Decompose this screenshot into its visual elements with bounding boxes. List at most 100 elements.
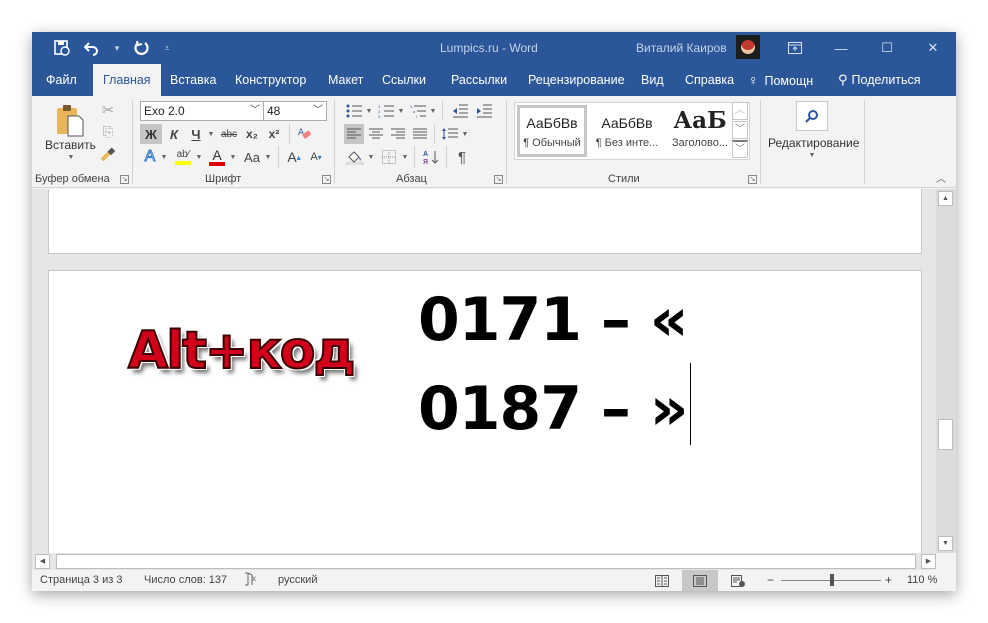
borders-dropdown-icon[interactable]: ▼ — [400, 146, 410, 168]
customize-qat-icon[interactable]: ⩡ — [162, 38, 172, 58]
autosave-icon[interactable] — [52, 38, 72, 58]
tab-review[interactable]: Рецензирование — [518, 64, 635, 96]
share-button[interactable]: ⚲ Поделиться — [838, 64, 921, 96]
vertical-scrollbar[interactable]: ▲ ▼ — [936, 189, 956, 553]
italic-button[interactable]: К — [164, 124, 184, 144]
proofing-icon[interactable]: x — [244, 572, 260, 589]
tab-references[interactable]: Ссылки — [372, 64, 436, 96]
editing-dropdown-icon[interactable]: ▼ — [807, 152, 817, 159]
close-button[interactable]: ✕ — [910, 32, 956, 64]
redo-icon[interactable] — [132, 38, 152, 58]
style-normal[interactable]: АаБбВв ¶ Обычный — [517, 105, 587, 157]
undo-icon[interactable] — [82, 38, 102, 58]
undo-dropdown-icon[interactable]: ▾ — [112, 38, 122, 58]
font-name-select[interactable]: Exo 2.0 ﹀ — [140, 101, 264, 121]
highlight-dropdown-icon[interactable]: ▼ — [194, 146, 204, 168]
word-count[interactable]: Число слов: 137 — [144, 574, 227, 586]
maximize-button[interactable]: ☐ — [864, 32, 910, 64]
highlight-color-button[interactable]: ab⁄ — [172, 146, 194, 168]
read-mode-button[interactable] — [644, 570, 680, 591]
paste-button[interactable] — [52, 102, 88, 138]
copy-icon[interactable]: ⎘ — [98, 122, 118, 142]
avatar[interactable] — [736, 35, 760, 59]
font-size-select[interactable]: 48 ﹀ — [263, 101, 327, 121]
language-indicator[interactable]: русский — [278, 574, 317, 586]
justify-button[interactable] — [410, 124, 430, 144]
scroll-down-icon[interactable]: ▼ — [938, 536, 953, 551]
line-spacing-dropdown-icon[interactable]: ▼ — [460, 124, 470, 144]
underline-button[interactable]: Ч — [186, 124, 206, 144]
web-layout-button[interactable] — [720, 570, 756, 591]
bullets-icon[interactable] — [344, 101, 364, 121]
zoom-in-button[interactable]: + — [885, 573, 892, 587]
tab-layout[interactable]: Макет — [318, 64, 373, 96]
decrease-indent-icon[interactable] — [450, 101, 470, 121]
shrink-font-button[interactable]: A ▾ — [306, 146, 326, 168]
minimize-button[interactable]: — — [818, 32, 864, 64]
font-color-dropdown-icon[interactable]: ▼ — [228, 146, 238, 168]
text-effects-icon[interactable]: A — [140, 146, 160, 168]
show-formatting-marks-button[interactable]: ¶ — [452, 146, 472, 168]
bold-button[interactable]: Ж — [140, 124, 162, 144]
page-indicator[interactable]: Страница 3 из 3 — [40, 574, 122, 586]
change-case-dropdown-icon[interactable]: ▼ — [263, 146, 273, 168]
line-spacing-icon[interactable] — [440, 124, 460, 144]
zoom-level[interactable]: 110 % — [907, 574, 937, 586]
document-area[interactable]: Alt+код 0171 – « 0187 – » — [32, 189, 936, 553]
font-launcher-icon[interactable]: ↘ — [322, 175, 331, 184]
page-previous[interactable] — [48, 189, 922, 254]
user-name[interactable]: Виталий Каиров — [636, 41, 727, 55]
align-right-button[interactable] — [388, 124, 408, 144]
tab-insert[interactable]: Вставка — [160, 64, 226, 96]
zoom-out-button[interactable]: − — [767, 573, 774, 587]
bullets-dropdown-icon[interactable]: ▼ — [364, 101, 374, 121]
find-button[interactable] — [796, 101, 828, 131]
subscript-button[interactable]: x₂ — [242, 124, 262, 144]
cut-icon[interactable]: ✂ — [98, 100, 118, 120]
strikethrough-button[interactable]: abc — [218, 124, 240, 144]
text-effects-dropdown-icon[interactable]: ▼ — [159, 146, 169, 168]
styles-launcher-icon[interactable]: ↘ — [748, 175, 757, 184]
tab-home[interactable]: Главная — [93, 64, 161, 96]
tab-file[interactable]: Файл — [36, 64, 87, 96]
tab-mailings[interactable]: Рассылки — [441, 64, 517, 96]
borders-icon[interactable] — [378, 146, 400, 168]
scroll-left-icon[interactable]: ◀ — [35, 554, 50, 569]
shading-icon[interactable] — [344, 146, 366, 168]
tab-design[interactable]: Конструктор — [225, 64, 316, 96]
sort-icon[interactable]: AЯ — [420, 146, 442, 168]
vertical-scroll-thumb[interactable] — [938, 419, 953, 450]
styles-more-icon[interactable]: ﹀ — [732, 140, 748, 158]
alt-code-logo-image[interactable]: Alt+код — [127, 320, 357, 382]
editing-button[interactable]: Редактирование — [768, 136, 859, 150]
scroll-up-icon[interactable]: ▲ — [938, 191, 953, 206]
collapse-ribbon-icon[interactable]: ︿ — [934, 170, 948, 185]
multilevel-list-icon[interactable]: 1ai — [408, 101, 428, 121]
font-color-button[interactable]: A — [206, 146, 228, 168]
superscript-button[interactable]: x² — [264, 124, 284, 144]
tell-me-button[interactable]: ♀ Помощн — [748, 64, 813, 96]
align-center-button[interactable] — [366, 124, 386, 144]
horizontal-scroll-thumb[interactable] — [56, 554, 916, 569]
increase-indent-icon[interactable] — [474, 101, 494, 121]
numbering-dropdown-icon[interactable]: ▼ — [396, 101, 406, 121]
paste-label[interactable]: Вставить — [45, 138, 96, 152]
clipboard-launcher-icon[interactable]: ↘ — [120, 175, 129, 184]
clear-formatting-icon[interactable]: A — [294, 124, 316, 144]
paragraph-launcher-icon[interactable]: ↘ — [494, 175, 503, 184]
document-text[interactable]: 0171 – « 0187 – » — [418, 277, 691, 452]
scroll-right-icon[interactable]: ▶ — [921, 554, 936, 569]
change-case-button[interactable]: Aa — [240, 146, 264, 168]
styles-scroll-up-icon[interactable]: ︿ — [732, 102, 748, 120]
styles-scroll-down-icon[interactable]: ﹀ — [732, 121, 748, 139]
tab-help[interactable]: Справка — [675, 64, 744, 96]
align-left-button[interactable] — [344, 124, 364, 144]
style-no-spacing[interactable]: АаБбВв ¶ Без инте... — [589, 105, 665, 157]
style-heading-1[interactable]: АаБ Заголово... — [665, 105, 735, 157]
paste-dropdown-icon[interactable]: ▼ — [66, 154, 76, 161]
format-painter-icon[interactable] — [98, 144, 118, 164]
horizontal-scrollbar[interactable]: ◀ ▶ — [32, 553, 936, 570]
ribbon-display-options-button[interactable] — [772, 32, 818, 64]
shading-dropdown-icon[interactable]: ▼ — [366, 146, 376, 168]
print-layout-button[interactable] — [682, 570, 718, 591]
